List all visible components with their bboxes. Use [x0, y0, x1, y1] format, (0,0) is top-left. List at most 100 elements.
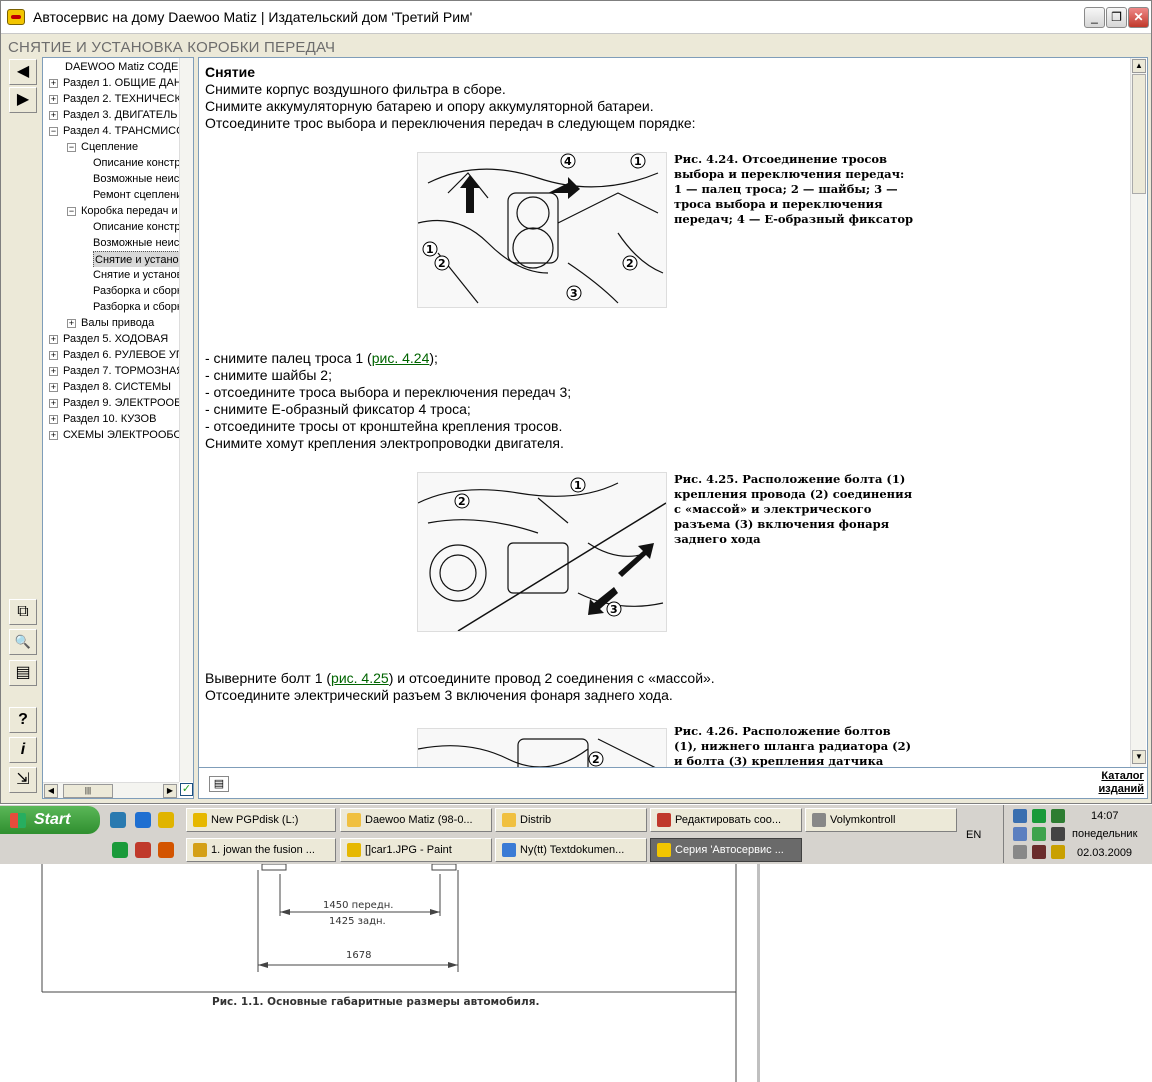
sync-checkbox[interactable]: ✓: [180, 783, 193, 796]
tray-network-icon[interactable]: [1013, 809, 1027, 823]
collapse-icon[interactable]: −: [49, 127, 58, 136]
scroll-up-button[interactable]: ▲: [1132, 59, 1146, 73]
toc-item-label: Валы привода: [81, 317, 155, 329]
taskbar-button[interactable]: Серия 'Автосервис ...: [650, 838, 802, 862]
taskbar-button[interactable]: Distrib: [495, 808, 647, 832]
copy-icon: ⧉: [17, 603, 29, 620]
toc-item[interactable]: Возможные неисправности: [43, 235, 179, 251]
expand-icon[interactable]: +: [49, 351, 58, 360]
toc-item[interactable]: + Раздел 9. ЭЛЕКТРООБОРУДОВАНИЕ: [43, 395, 179, 411]
toc-item[interactable]: Возможные неисправности: [43, 171, 179, 187]
left-toolbar: ◀ ▶ ⧉ 🔍 ▤ ? i ⇲: [5, 57, 39, 799]
tray-monitor-icon[interactable]: [1051, 809, 1065, 823]
catalog-link[interactable]: Каталог изданий: [1099, 770, 1145, 796]
expand-icon[interactable]: +: [49, 335, 58, 344]
expand-icon[interactable]: +: [49, 79, 58, 88]
expand-icon[interactable]: +: [49, 95, 58, 104]
toc-item[interactable]: −Коробка передач и главная: [43, 203, 179, 219]
dimension-drawing: [41, 864, 737, 1082]
language-indicator[interactable]: EN: [966, 829, 981, 841]
title-bar[interactable]: Автосервис на дому Daewoo Matiz | Издате…: [1, 1, 1151, 34]
content-scroll-thumb[interactable]: [1132, 74, 1146, 194]
toc-item[interactable]: − Сцепление: [43, 139, 179, 155]
toc-item[interactable]: + Раздел 2. ТЕХНИЧЕСКОЕ: [43, 91, 179, 107]
close-button[interactable]: ✕: [1128, 7, 1149, 28]
expand-icon[interactable]: +: [49, 431, 58, 440]
scroll-right-button[interactable]: ▶: [163, 784, 177, 798]
quicklaunch-acrobat-icon[interactable]: [158, 842, 174, 858]
toc-item[interactable]: + Раздел 7. ТОРМОЗНАЯ: [43, 363, 179, 379]
toc-item[interactable]: + СХЕМЫ ЭЛЕКТРООБОРУДОВАНИЯ: [43, 427, 179, 443]
toc-item[interactable]: DAEWOO Matiz СОДЕРЖАНИЕ: [43, 59, 179, 75]
copy-button[interactable]: ⧉: [9, 599, 37, 625]
expand-icon[interactable]: +: [49, 399, 58, 408]
fig-4-25-link[interactable]: рис. 4.25: [331, 670, 389, 686]
toc-item[interactable]: + Раздел 8. СИСТЕМЫ: [43, 379, 179, 395]
scroll-down-button[interactable]: ▼: [1132, 750, 1146, 764]
taskbar-button[interactable]: 1. jowan the fusion ...: [186, 838, 336, 862]
toc-item[interactable]: −Раздел 4. ТРАНСМИССИЯ: [43, 123, 179, 139]
taskbar-button[interactable]: Daewoo Matiz (98-0...: [340, 808, 492, 832]
toc-item[interactable]: + Раздел 10. КУЗОВ: [43, 411, 179, 427]
intro-line-2: Снимите аккумуляторную батарею и опору а…: [205, 98, 654, 114]
tray-app-icon[interactable]: [1013, 827, 1027, 841]
tray-lock-icon[interactable]: [1051, 845, 1065, 859]
quicklaunch-outlook-icon[interactable]: [110, 812, 126, 828]
toc-item-label: Раздел 3. ДВИГАТЕЛЬ: [63, 109, 178, 121]
expand-icon[interactable]: +: [49, 383, 58, 392]
toc-item[interactable]: Снятие и установка: [43, 267, 179, 283]
tray-bug-icon[interactable]: [1051, 827, 1065, 841]
toc-item[interactable]: Описание конструкции: [43, 219, 179, 235]
quicklaunch-opera-icon[interactable]: [135, 842, 151, 858]
toc-item[interactable]: + Раздел 1. ОБЩИЕ ДАННЫЕ: [43, 75, 179, 91]
help-button[interactable]: ?: [9, 707, 37, 733]
expand-icon[interactable]: +: [49, 367, 58, 376]
toc-item[interactable]: Ремонт сцепления: [43, 187, 179, 203]
maximize-button[interactable]: ❐: [1106, 7, 1127, 28]
toc-item[interactable]: + Валы привода: [43, 315, 179, 331]
content-vertical-scrollbar[interactable]: ▲ ▼: [1130, 58, 1146, 767]
clock-time[interactable]: 14:07: [1091, 810, 1119, 822]
fig-4-24-link[interactable]: рис. 4.24: [372, 350, 430, 366]
toc-item[interactable]: Описание конструкции: [43, 155, 179, 171]
minimize-button[interactable]: _: [1084, 7, 1105, 28]
taskbar-button-label: Серия 'Автосервис ...: [675, 844, 784, 856]
toc-vertical-scrollbar[interactable]: [179, 58, 193, 782]
tray-security-icon[interactable]: [1032, 845, 1046, 859]
collapse-icon[interactable]: −: [67, 207, 76, 216]
tray-utorrent-icon[interactable]: [1032, 809, 1046, 823]
expand-icon[interactable]: +: [49, 415, 58, 424]
toc-item[interactable]: + Раздел 5. ХОДОВАЯ: [43, 331, 179, 347]
tray-user-icon[interactable]: [1032, 827, 1046, 841]
info-button[interactable]: i: [9, 737, 37, 763]
toc-item[interactable]: Разборка и сборка: [43, 283, 179, 299]
app-window: Автосервис на дому Daewoo Matiz | Издате…: [0, 0, 1152, 804]
expand-icon[interactable]: +: [49, 111, 58, 120]
quicklaunch-utorrent-icon[interactable]: [112, 842, 128, 858]
quicklaunch-ie-icon[interactable]: [135, 812, 151, 828]
taskbar-button[interactable]: []car1.JPG - Paint: [340, 838, 492, 862]
toc-horizontal-scrollbar[interactable]: ◀ ||| ▶: [43, 782, 179, 798]
toggle-toc-button[interactable]: ▤: [209, 776, 229, 792]
back-button[interactable]: ◀: [9, 59, 37, 85]
taskbar-button[interactable]: Ny(tt) Textdokumen...: [495, 838, 647, 862]
collapse-icon[interactable]: −: [67, 143, 76, 152]
taskbar-button[interactable]: Редактировать соо...: [650, 808, 802, 832]
toc-item[interactable]: + Раздел 6. РУЛЕВОЕ УПРАВЛЕНИЕ: [43, 347, 179, 363]
scroll-thumb[interactable]: |||: [63, 784, 113, 798]
taskbar-button[interactable]: Volymkontroll: [805, 808, 957, 832]
forward-button[interactable]: ▶: [9, 87, 37, 113]
tray-volume-icon[interactable]: [1013, 845, 1027, 859]
toc-item[interactable]: + Раздел 3. ДВИГАТЕЛЬ: [43, 107, 179, 123]
scroll-left-button[interactable]: ◀: [44, 784, 58, 798]
expand-icon[interactable]: +: [67, 319, 76, 328]
quicklaunch-app-icon[interactable]: [158, 812, 174, 828]
toc-item[interactable]: Разборка и сборка: [43, 299, 179, 315]
taskbar-button[interactable]: New PGPdisk (L:): [186, 808, 336, 832]
toc-item-label: Коробка передач и главная: [81, 205, 179, 217]
start-button[interactable]: Start: [0, 806, 100, 834]
print-button[interactable]: ▤: [9, 660, 37, 686]
toc-item[interactable]: Снятие и установка: [43, 251, 179, 267]
search-button[interactable]: 🔍: [9, 629, 37, 655]
exit-button[interactable]: ⇲: [9, 767, 37, 793]
